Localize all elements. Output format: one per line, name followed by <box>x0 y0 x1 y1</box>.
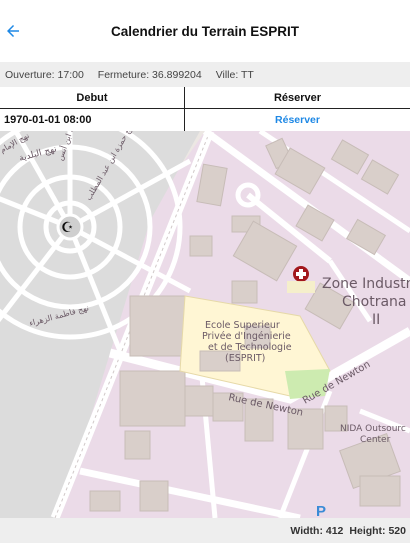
table-row: 1970-01-01 08:00 Réserver <box>0 109 410 131</box>
map-canvas[interactable]: ☪ نهج البلدية نهج حمزة ابن عبد المطلب نه… <box>0 131 410 518</box>
footer-width: Width: 412 <box>290 524 344 537</box>
app-header: Calendrier du Terrain ESPRIT <box>0 0 410 62</box>
closing-time: Fermeture: 36.899204 <box>97 68 202 81</box>
app-root: Calendrier du Terrain ESPRIT Ouverture: … <box>0 0 410 543</box>
footer-height: Height: 520 <box>349 524 406 537</box>
cell-debut: 1970-01-01 08:00 <box>0 109 185 131</box>
column-header-reserver: Réserver <box>273 91 322 104</box>
map-label-zone1: Zone Industri <box>322 276 410 292</box>
reserve-button[interactable]: Réserver <box>275 114 320 126</box>
map-label-school2: Privée d'Ingénierie <box>202 331 291 342</box>
column-header-debut: Debut <box>0 87 185 108</box>
map-view[interactable]: ☪ نهج البلدية نهج حمزة ابن عبد المطلب نه… <box>0 131 410 518</box>
map-label-nida2: Center <box>360 435 391 445</box>
back-arrow-icon[interactable] <box>4 22 22 40</box>
opening-time: Ouverture: 17:00 <box>5 68 84 81</box>
cell-action: Réserver <box>185 109 410 131</box>
map-label-nida1: NIDA Outsourc <box>340 424 406 434</box>
info-bar: Ouverture: 17:00 Fermeture: 36.899204 Vi… <box>0 62 410 87</box>
map-label-school3: et de Technologie <box>208 342 292 353</box>
map-label-school4: (ESPRIT) <box>225 353 265 364</box>
mosque-icon: ☪ <box>61 219 74 235</box>
map-label-zone3: II <box>372 312 380 328</box>
map-label-zone2: Chotrana <box>342 294 407 310</box>
city: Ville: TT <box>215 68 254 81</box>
dimensions-footer: Width: 412 Height: 520 <box>0 518 410 543</box>
parking-icon: P <box>316 503 326 518</box>
map-label-school1: Ecole Superieur <box>205 320 280 331</box>
reservation-table: Debut Réserver 1970-01-01 08:00 Réserver <box>0 87 410 131</box>
table-header: Debut Réserver <box>0 87 410 109</box>
page-title: Calendrier du Terrain ESPRIT <box>110 23 300 39</box>
